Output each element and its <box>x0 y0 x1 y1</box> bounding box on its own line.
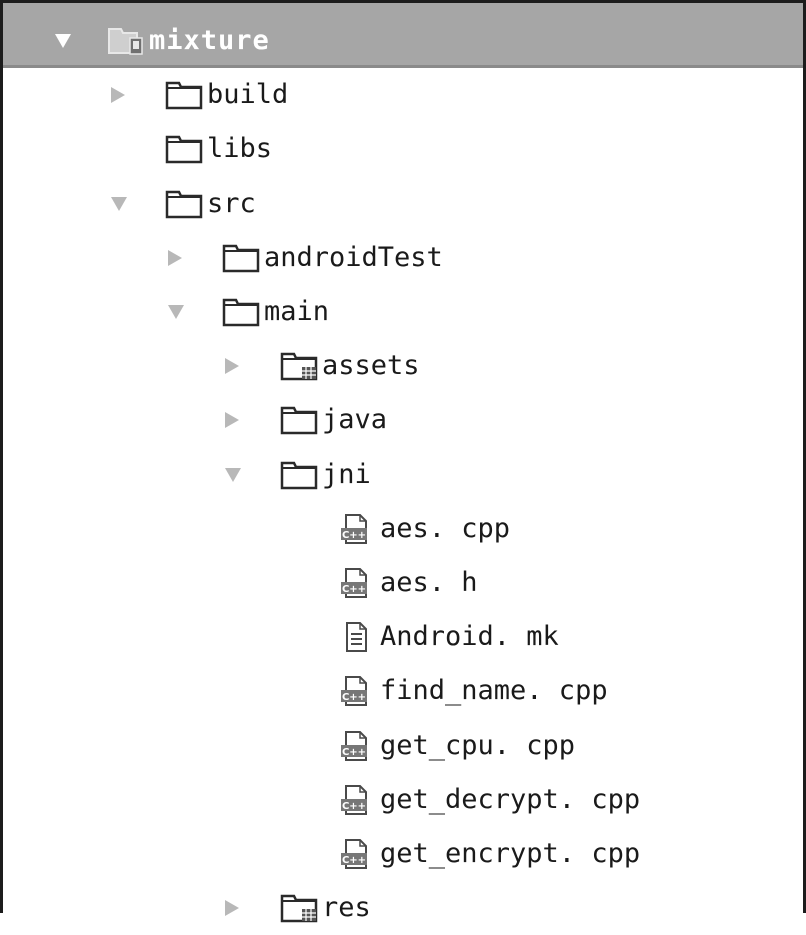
folder-icon <box>222 243 260 273</box>
tree-node-androidtest[interactable]: androidTest <box>3 231 803 285</box>
folder-icon <box>165 80 203 110</box>
resource-folder-icon <box>280 351 318 381</box>
tree-node-label: get_encrypt. cpp <box>380 838 641 869</box>
cpp-file-icon: C++ <box>338 568 376 598</box>
tree-node-label: get_cpu. cpp <box>380 730 576 761</box>
cpp-file-icon: C++ <box>338 731 376 761</box>
collapsed-arrow-icon[interactable] <box>168 250 182 266</box>
tree-node-label: find_name. cpp <box>380 675 608 706</box>
project-tree: mixture build libs src androidTest main assets… <box>0 0 806 923</box>
cpp-file-icon: C++ <box>338 839 376 869</box>
svg-text:C++: C++ <box>342 692 366 703</box>
tree-node-label: aes. h <box>380 567 478 598</box>
expanded-arrow-icon[interactable] <box>225 468 241 482</box>
tree-node-label: aes. cpp <box>380 513 511 544</box>
tree-node-assets[interactable]: assets <box>3 339 803 393</box>
tree-node-aes-cpp[interactable]: C++ aes. cpp <box>3 502 803 556</box>
folder-icon <box>280 460 318 490</box>
folder-icon <box>165 134 203 164</box>
collapsed-arrow-icon[interactable] <box>225 358 239 374</box>
tree-node-main[interactable]: main <box>3 285 803 339</box>
tree-node-label: get_decrypt. cpp <box>380 784 641 815</box>
tree-node-label: main <box>264 296 330 327</box>
folder-icon <box>222 297 260 327</box>
text-file-icon <box>338 622 376 652</box>
tree-node-jni[interactable]: jni <box>3 448 803 502</box>
tree-node-java[interactable]: java <box>3 393 803 447</box>
tree-node-label: build <box>207 79 289 110</box>
tree-node-label: java <box>322 404 388 435</box>
cpp-file-icon: C++ <box>338 785 376 815</box>
svg-text:C++: C++ <box>342 855 366 866</box>
tree-node-label: libs <box>207 133 273 164</box>
folder-icon <box>165 189 203 219</box>
tree-node-label: mixture <box>149 25 270 56</box>
tree-node-build[interactable]: build <box>3 68 803 122</box>
resource-folder-icon <box>280 893 318 923</box>
tree-node-label: res <box>322 892 371 923</box>
tree-node-label: src <box>207 188 256 219</box>
module-icon <box>107 26 145 56</box>
svg-text:C++: C++ <box>342 584 366 595</box>
collapsed-arrow-icon[interactable] <box>225 412 239 428</box>
svg-text:C++: C++ <box>342 530 366 541</box>
cpp-file-icon: C++ <box>338 514 376 544</box>
cpp-file-icon: C++ <box>338 676 376 706</box>
tree-node-libs[interactable]: libs <box>3 122 803 176</box>
tree-node-find-name-cpp[interactable]: C++ find_name. cpp <box>3 664 803 718</box>
expanded-arrow-icon[interactable] <box>55 34 71 48</box>
svg-text:C++: C++ <box>342 747 366 758</box>
tree-node-label: androidTest <box>264 242 443 273</box>
folder-icon <box>280 405 318 435</box>
tree-node-label: assets <box>322 350 420 381</box>
svg-text:C++: C++ <box>342 801 366 812</box>
tree-node-src[interactable]: src <box>3 177 803 231</box>
collapsed-arrow-icon[interactable] <box>225 900 239 916</box>
tree-node-get-cpu-cpp[interactable]: C++ get_cpu. cpp <box>3 719 803 773</box>
tree-node-aes-h[interactable]: C++ aes. h <box>3 556 803 610</box>
tree-node-label: jni <box>322 459 371 490</box>
tree-node-label: Android. mk <box>380 621 559 652</box>
tree-node-get-decrypt-cpp[interactable]: C++ get_decrypt. cpp <box>3 773 803 827</box>
tree-node-android-mk[interactable]: Android. mk <box>3 610 803 664</box>
expanded-arrow-icon[interactable] <box>111 197 127 211</box>
collapsed-arrow-icon[interactable] <box>111 87 125 103</box>
tree-node-res[interactable]: res <box>3 881 803 935</box>
tree-node-get-encrypt-cpp[interactable]: C++ get_encrypt. cpp <box>3 827 803 881</box>
expanded-arrow-icon[interactable] <box>168 305 184 319</box>
tree-node-mixture[interactable]: mixture <box>3 3 803 68</box>
